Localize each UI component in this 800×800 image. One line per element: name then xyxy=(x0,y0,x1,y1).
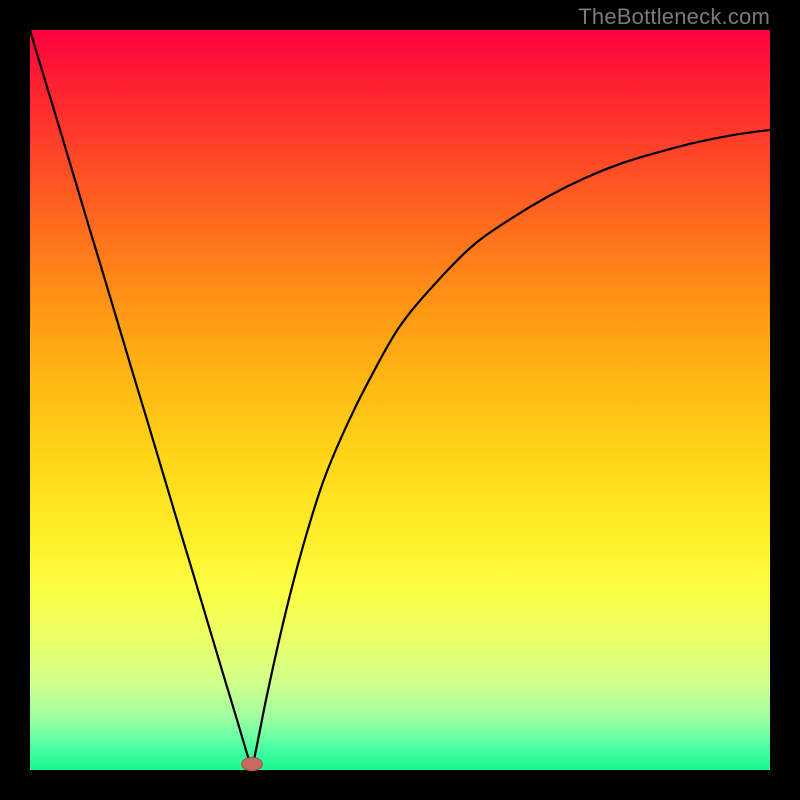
curve-right-branch xyxy=(252,130,770,770)
chart-frame: TheBottleneck.com xyxy=(0,0,800,800)
plot-area xyxy=(30,30,770,770)
curve-layer xyxy=(30,30,770,770)
watermark-text: TheBottleneck.com xyxy=(578,4,770,30)
curve-left-branch xyxy=(30,30,252,770)
minimum-marker xyxy=(242,757,263,770)
